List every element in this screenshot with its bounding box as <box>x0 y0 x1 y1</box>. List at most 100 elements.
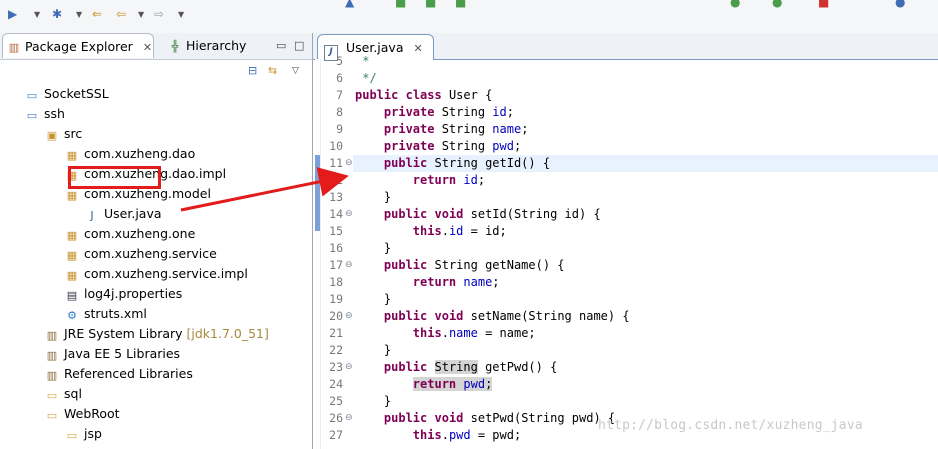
tree-item-label: WebRoot <box>64 406 120 421</box>
code-line[interactable]: public class User { <box>355 87 492 104</box>
chevron-down-icon[interactable]: ▼ <box>178 7 184 23</box>
tree-item-label: JRE System Library <box>64 326 183 341</box>
code-line[interactable]: return id; <box>355 172 485 189</box>
view-tab-bar: ▥ Package Explorer ✕ ╬ Hierarchy ▭ □ <box>0 33 312 60</box>
toolbar-icon[interactable]: ■ <box>425 0 436 10</box>
view-menu-icon[interactable]: ▽ <box>292 64 299 78</box>
code-line[interactable]: return name; <box>355 274 500 291</box>
tree-item[interactable]: ▭ WebRoot <box>44 404 120 424</box>
back-icon[interactable]: ⇦ <box>116 6 126 22</box>
tree-item-label: struts.xml <box>84 306 147 321</box>
line-number: 20 <box>329 309 343 323</box>
package-explorer-panel: ▥ Package Explorer ✕ ╬ Hierarchy ▭ □ ⊟ ⇆… <box>0 33 313 449</box>
toolbar-icon[interactable]: ■ <box>818 0 829 10</box>
maximize-icon[interactable]: □ <box>294 39 304 53</box>
toolbar-icon[interactable]: ▲ <box>345 0 354 10</box>
tab-label: Hierarchy <box>185 38 247 53</box>
tree-item[interactable]: ▦ com.xuzheng.one <box>64 224 195 244</box>
hierarchy-icon: ╬ <box>171 40 179 53</box>
code-line[interactable]: } <box>355 393 391 410</box>
tree-item[interactable]: J User.java <box>84 204 162 224</box>
chevron-down-icon[interactable]: ▼ <box>138 7 144 23</box>
line-number: 25 <box>329 394 343 408</box>
code-line[interactable]: } <box>355 291 391 308</box>
tree-item-label: sql <box>64 386 82 401</box>
code-line[interactable]: private String pwd; <box>355 138 521 155</box>
toolbar-icon[interactable]: ● <box>730 0 740 10</box>
tree-item[interactable]: ⚙ struts.xml <box>64 304 147 324</box>
close-icon[interactable]: ✕ <box>413 42 422 55</box>
code-line[interactable]: public String getId() { <box>355 155 550 172</box>
code-line[interactable]: } <box>355 240 391 257</box>
run-icon[interactable]: ▶ <box>8 6 17 22</box>
code-line[interactable]: public String getPwd() { <box>355 359 557 376</box>
tree-item-label: com.xuzheng.one <box>84 226 196 241</box>
toolbar-icon[interactable]: ■ <box>455 0 466 10</box>
close-icon[interactable]: ✕ <box>143 41 152 54</box>
line-number: 22 <box>329 343 343 357</box>
code-line[interactable]: public void setId(String id) { <box>355 206 601 223</box>
tree-item[interactable]: ▦ com.xuzheng.dao <box>64 144 195 164</box>
code-line[interactable]: this.name = name; <box>355 325 536 342</box>
code-line[interactable]: } <box>355 189 391 206</box>
code-line[interactable]: public void setName(String name) { <box>355 308 630 325</box>
code-line[interactable]: public void setPwd(String pwd) { <box>355 410 615 427</box>
toolbar-icon[interactable]: ● <box>772 0 782 10</box>
tree-item[interactable]: ▦ com.xuzheng.service <box>64 244 217 264</box>
line-number: 13 <box>329 190 343 204</box>
line-number: 23 <box>329 360 343 374</box>
code-line[interactable]: public String getName() { <box>355 257 565 274</box>
tree-item[interactable]: ▭ jsp <box>64 424 102 444</box>
code-line[interactable]: return pwd; <box>355 376 493 393</box>
java-file-icon: J <box>90 209 94 222</box>
code-line[interactable]: */ <box>355 70 376 87</box>
code-line[interactable]: private String id; <box>355 104 514 121</box>
tree-item-label: com.xuzheng.service <box>84 246 217 261</box>
link-with-editor-icon[interactable]: ⇆ <box>268 64 277 78</box>
tree-item-label: log4j.properties <box>84 286 183 301</box>
collapse-all-icon[interactable]: ⊟ <box>248 64 257 78</box>
tree-item[interactable]: ▥ Referenced Libraries <box>44 364 193 384</box>
tab-package-explorer[interactable]: ▥ Package Explorer ✕ <box>2 33 154 58</box>
tree-item[interactable]: ▤ log4j.properties <box>64 284 182 304</box>
library-icon: ▥ <box>46 329 58 342</box>
view-toolbar: ⊟ ⇆ ▽ <box>0 60 312 84</box>
code-line[interactable]: this.id = id; <box>355 223 507 240</box>
chevron-down-icon[interactable]: ▼ <box>34 7 40 23</box>
line-number: 24 <box>329 377 343 391</box>
chevron-down-icon[interactable]: ▼ <box>76 7 82 23</box>
code-line[interactable]: private String name; <box>355 121 529 138</box>
tree-item[interactable]: ▥ JRE System Library [jdk1.7.0_51] <box>44 324 269 344</box>
line-number: 9 <box>336 122 343 136</box>
tree-item-label: User.java <box>104 206 162 221</box>
tree-item[interactable]: ▣ src <box>44 124 82 144</box>
properties-file-icon: ▤ <box>66 289 78 302</box>
tree-item[interactable]: ▭ ssh <box>24 104 65 124</box>
code-line[interactable]: * <box>355 53 369 70</box>
tree-item[interactable]: ▭ sql <box>44 384 82 404</box>
project-icon: ▭ <box>26 89 38 102</box>
library-icon: ▥ <box>46 369 58 382</box>
tree-item-label: com.xuzheng.dao <box>84 146 196 161</box>
toolbar-icon[interactable]: ■ <box>395 0 406 10</box>
tree-item[interactable]: ▥ Java EE 5 Libraries <box>44 344 180 364</box>
code-line[interactable]: } <box>355 342 391 359</box>
line-number: 17 <box>329 258 343 272</box>
main-toolbar: ▶ ▼ ✱ ▼ ⇐ ⇦ ▼ ⇨ ▼ ▲ ■ ■ ■ ● ● ■ ● <box>0 0 938 34</box>
tree-item[interactable]: ▭ SocketSSL <box>24 84 109 104</box>
line-number: 11 <box>329 156 343 170</box>
package-icon: ▦ <box>66 189 78 202</box>
tree-item-decoration: [jdk1.7.0_51] <box>182 326 269 341</box>
code-line[interactable]: this.pwd = pwd; <box>355 427 521 444</box>
toolbar-icon[interactable]: ● <box>895 0 905 10</box>
minimize-icon[interactable]: ▭ <box>276 39 286 53</box>
tab-hierarchy[interactable]: ╬ Hierarchy <box>168 33 248 58</box>
tree-item[interactable]: ▦ com.xuzheng.service.impl <box>64 264 248 284</box>
line-number: 16 <box>329 241 343 255</box>
forward-icon[interactable]: ⇨ <box>154 6 164 22</box>
code-area[interactable]: * */public class User { private String i… <box>353 54 938 449</box>
line-number: 18 <box>329 275 343 289</box>
last-edit-icon[interactable]: ⇐ <box>92 6 102 22</box>
debug-icon[interactable]: ✱ <box>52 6 62 22</box>
tree-item-label: src <box>64 126 83 141</box>
